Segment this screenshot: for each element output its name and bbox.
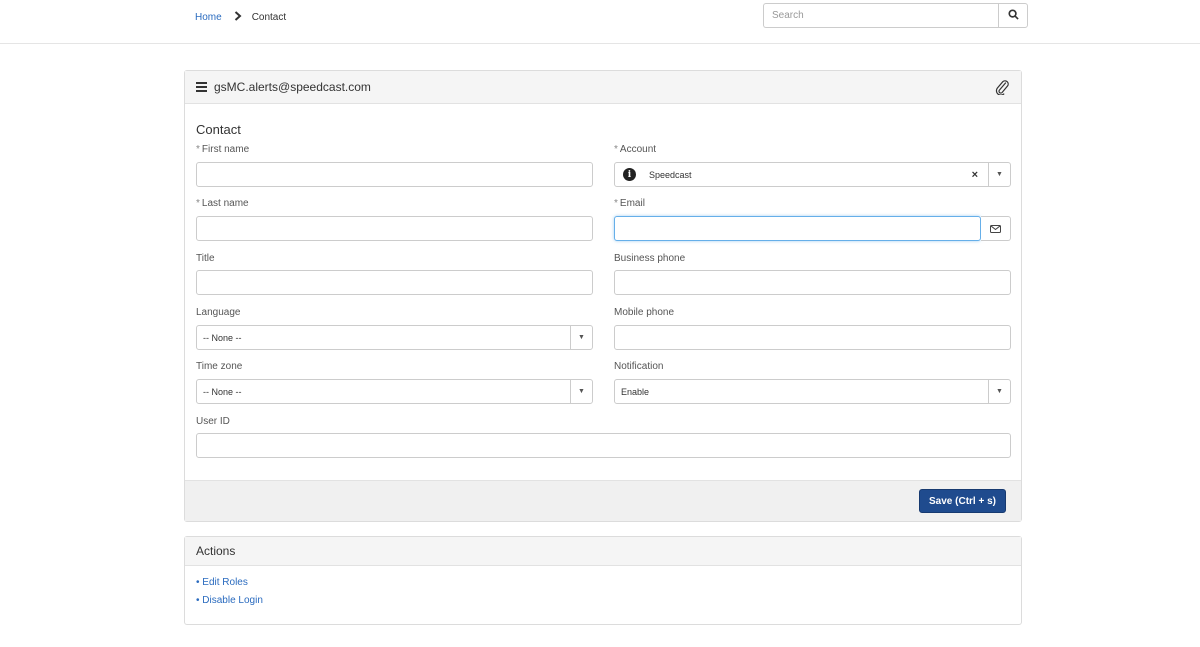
mobile-phone-field[interactable] bbox=[614, 325, 1011, 350]
record-title: gsMC.alerts@speedcast.com bbox=[214, 80, 371, 94]
required-marker: * bbox=[614, 144, 618, 155]
chevron-right-icon bbox=[234, 11, 242, 24]
mobile-phone-label: Mobile phone bbox=[614, 307, 675, 318]
search-bar bbox=[763, 3, 1028, 28]
last-name-label: * Last name bbox=[196, 198, 249, 209]
search-icon bbox=[1007, 8, 1019, 23]
actions-header: Actions bbox=[185, 537, 1021, 566]
paperclip-icon[interactable] bbox=[995, 79, 1009, 98]
user-id-label: User ID bbox=[196, 416, 230, 427]
breadcrumb-home-link[interactable]: Home bbox=[195, 12, 222, 23]
form-heading: Contact bbox=[196, 122, 241, 137]
user-id-field[interactable] bbox=[196, 433, 1011, 458]
panel-header: gsMC.alerts@speedcast.com bbox=[185, 71, 1021, 104]
caret-down-icon: ▼ bbox=[988, 163, 1010, 186]
account-select[interactable]: i Speedcast × ▼ bbox=[614, 162, 1011, 187]
required-marker: * bbox=[196, 198, 200, 209]
actions-title: Actions bbox=[196, 544, 236, 558]
caret-down-icon: ▼ bbox=[570, 326, 592, 349]
top-bar: Home Contact bbox=[0, 0, 1200, 44]
hamburger-menu-icon[interactable] bbox=[196, 80, 207, 95]
language-value: -- None -- bbox=[203, 332, 242, 343]
disable-login-link[interactable]: • Disable Login bbox=[196, 595, 263, 606]
caret-down-icon: ▼ bbox=[570, 380, 592, 403]
save-button[interactable]: Save (Ctrl + s) bbox=[919, 489, 1006, 513]
info-icon[interactable]: i bbox=[623, 168, 636, 181]
first-name-field[interactable] bbox=[196, 162, 593, 187]
envelope-icon bbox=[990, 222, 1001, 236]
time-zone-label: Time zone bbox=[196, 361, 243, 372]
title-field[interactable] bbox=[196, 270, 593, 295]
notification-select[interactable]: Enable ▼ bbox=[614, 379, 1011, 404]
clear-icon[interactable]: × bbox=[972, 169, 978, 181]
language-label: Language bbox=[196, 307, 241, 318]
contact-form-panel: gsMC.alerts@speedcast.com Contact * First… bbox=[184, 70, 1022, 522]
form-footer: Save (Ctrl + s) bbox=[185, 480, 1021, 521]
breadcrumb: Home Contact bbox=[195, 11, 286, 24]
edit-roles-link[interactable]: • Edit Roles bbox=[196, 577, 248, 588]
caret-down-icon: ▼ bbox=[988, 380, 1010, 403]
search-button[interactable] bbox=[998, 3, 1028, 28]
notification-label: Notification bbox=[614, 361, 664, 372]
actions-panel: Actions • Edit Roles • Disable Login bbox=[184, 536, 1022, 625]
business-phone-field[interactable] bbox=[614, 270, 1011, 295]
breadcrumb-current: Contact bbox=[251, 12, 287, 23]
first-name-label: * First name bbox=[196, 144, 250, 155]
required-marker: * bbox=[614, 198, 618, 209]
email-label: * Email bbox=[614, 198, 645, 209]
notification-value: Enable bbox=[621, 386, 650, 397]
required-marker: * bbox=[196, 144, 200, 155]
email-send-button[interactable] bbox=[981, 216, 1011, 241]
account-label: * Account bbox=[614, 144, 657, 155]
account-value: Speedcast bbox=[649, 169, 692, 180]
time-zone-value: -- None -- bbox=[203, 386, 242, 397]
email-field[interactable] bbox=[614, 216, 981, 241]
business-phone-label: Business phone bbox=[614, 253, 686, 264]
time-zone-select[interactable]: -- None -- ▼ bbox=[196, 379, 593, 404]
last-name-field[interactable] bbox=[196, 216, 593, 241]
title-label: Title bbox=[196, 253, 215, 264]
search-input[interactable] bbox=[763, 3, 998, 28]
language-select[interactable]: -- None -- ▼ bbox=[196, 325, 593, 350]
